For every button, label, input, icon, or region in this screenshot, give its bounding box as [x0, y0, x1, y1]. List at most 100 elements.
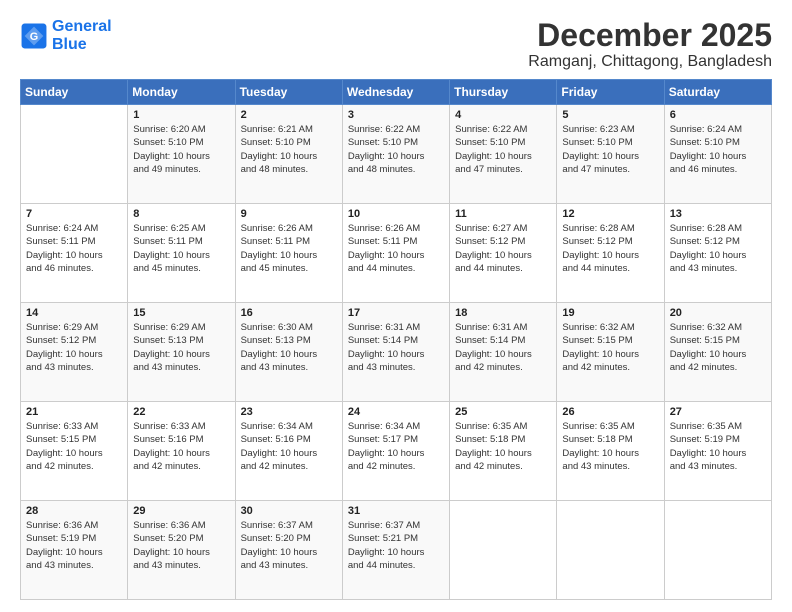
calendar-cell: 23Sunrise: 6:34 AM Sunset: 5:16 PM Dayli…	[235, 402, 342, 501]
week-row-3: 21Sunrise: 6:33 AM Sunset: 5:15 PM Dayli…	[21, 402, 772, 501]
day-info: Sunrise: 6:34 AM Sunset: 5:16 PM Dayligh…	[241, 420, 337, 473]
day-info: Sunrise: 6:20 AM Sunset: 5:10 PM Dayligh…	[133, 123, 229, 176]
header-day-friday: Friday	[557, 80, 664, 105]
day-number: 8	[133, 208, 229, 220]
day-number: 7	[26, 208, 122, 220]
calendar-table: SundayMondayTuesdayWednesdayThursdayFrid…	[20, 79, 772, 600]
calendar-cell: 10 Sunrise: 6:26 AM Sunset: 5:11 PM Dayli…	[342, 204, 449, 303]
calendar-cell: 20 Sunrise: 6:32 AM Sunset: 5:15 PM Dayli…	[664, 303, 771, 402]
day-number: 24	[348, 406, 444, 418]
day-number: 17	[348, 307, 444, 319]
header-day-thursday: Thursday	[450, 80, 557, 105]
day-info: Sunrise: 6:35 AM Sunset: 5:18 PM Dayligh…	[455, 420, 551, 473]
day-info: Sunrise: 6:28 AM Sunset: 5:12 PM Dayligh…	[670, 222, 766, 275]
day-number: 14	[26, 307, 122, 319]
calendar-cell	[450, 501, 557, 600]
week-row-2: 14 Sunrise: 6:29 AM Sunset: 5:12 PM Dayli…	[21, 303, 772, 402]
day-number: 16	[241, 307, 337, 319]
day-info: Sunrise: 6:34 AM Sunset: 5:17 PM Dayligh…	[348, 420, 444, 473]
logo-line2: Blue	[52, 36, 112, 54]
logo-icon: G	[20, 22, 48, 50]
day-info: Sunrise: 6:35 AM Sunset: 5:18 PM Dayligh…	[562, 420, 658, 473]
day-number: 11	[455, 208, 551, 220]
day-number: 15	[133, 307, 229, 319]
month-title: December 2025	[528, 18, 772, 53]
day-number: 26	[562, 406, 658, 418]
week-row-4: 28 Sunrise: 6:36 AM Sunset: 5:19 PM Dayli…	[21, 501, 772, 600]
day-info: Sunrise: 6:24 AM Sunset: 5:10 PM Dayligh…	[670, 123, 766, 176]
logo-line1: General	[52, 18, 112, 35]
calendar-cell: 9 Sunrise: 6:26 AM Sunset: 5:11 PM Daylig…	[235, 204, 342, 303]
day-info: Sunrise: 6:36 AM Sunset: 5:19 PM Dayligh…	[26, 519, 122, 572]
calendar-cell	[21, 105, 128, 204]
header-day-saturday: Saturday	[664, 80, 771, 105]
day-number: 20	[670, 307, 766, 319]
day-number: 5	[562, 109, 658, 121]
day-info: Sunrise: 6:37 AM Sunset: 5:21 PM Dayligh…	[348, 519, 444, 572]
day-info: Sunrise: 6:24 AM Sunset: 5:11 PM Dayligh…	[26, 222, 122, 275]
day-number: 2	[241, 109, 337, 121]
calendar-cell: 2 Sunrise: 6:21 AM Sunset: 5:10 PM Daylig…	[235, 105, 342, 204]
day-info: Sunrise: 6:29 AM Sunset: 5:12 PM Dayligh…	[26, 321, 122, 374]
calendar-cell: 31 Sunrise: 6:37 AM Sunset: 5:21 PM Dayli…	[342, 501, 449, 600]
day-number: 28	[26, 505, 122, 517]
calendar-cell: 14 Sunrise: 6:29 AM Sunset: 5:12 PM Dayli…	[21, 303, 128, 402]
day-number: 6	[670, 109, 766, 121]
logo-text: General Blue	[52, 18, 112, 53]
day-info: Sunrise: 6:32 AM Sunset: 5:15 PM Dayligh…	[670, 321, 766, 374]
day-number: 3	[348, 109, 444, 121]
day-info: Sunrise: 6:26 AM Sunset: 5:11 PM Dayligh…	[348, 222, 444, 275]
calendar-header-row: SundayMondayTuesdayWednesdayThursdayFrid…	[21, 80, 772, 105]
calendar-cell: 19Sunrise: 6:32 AM Sunset: 5:15 PM Dayli…	[557, 303, 664, 402]
day-info: Sunrise: 6:25 AM Sunset: 5:11 PM Dayligh…	[133, 222, 229, 275]
day-info: Sunrise: 6:28 AM Sunset: 5:12 PM Dayligh…	[562, 222, 658, 275]
header-day-wednesday: Wednesday	[342, 80, 449, 105]
day-number: 9	[241, 208, 337, 220]
calendar-cell: 30Sunrise: 6:37 AM Sunset: 5:20 PM Dayli…	[235, 501, 342, 600]
day-number: 30	[241, 505, 337, 517]
calendar-cell: 22 Sunrise: 6:33 AM Sunset: 5:16 PM Dayli…	[128, 402, 235, 501]
calendar-cell: 15 Sunrise: 6:29 AM Sunset: 5:13 PM Dayli…	[128, 303, 235, 402]
day-info: Sunrise: 6:21 AM Sunset: 5:10 PM Dayligh…	[241, 123, 337, 176]
calendar-cell: 1 Sunrise: 6:20 AM Sunset: 5:10 PM Daylig…	[128, 105, 235, 204]
day-number: 19	[562, 307, 658, 319]
page: G General Blue December 2025 Ramganj, Ch…	[0, 0, 792, 612]
day-info: Sunrise: 6:31 AM Sunset: 5:14 PM Dayligh…	[455, 321, 551, 374]
week-row-0: 1 Sunrise: 6:20 AM Sunset: 5:10 PM Daylig…	[21, 105, 772, 204]
title-block: December 2025 Ramganj, Chittagong, Bangl…	[528, 18, 772, 71]
day-number: 25	[455, 406, 551, 418]
day-info: Sunrise: 6:26 AM Sunset: 5:11 PM Dayligh…	[241, 222, 337, 275]
day-info: Sunrise: 6:27 AM Sunset: 5:12 PM Dayligh…	[455, 222, 551, 275]
day-info: Sunrise: 6:33 AM Sunset: 5:16 PM Dayligh…	[133, 420, 229, 473]
header: G General Blue December 2025 Ramganj, Ch…	[20, 18, 772, 71]
day-number: 22	[133, 406, 229, 418]
day-info: Sunrise: 6:36 AM Sunset: 5:20 PM Dayligh…	[133, 519, 229, 572]
day-info: Sunrise: 6:23 AM Sunset: 5:10 PM Dayligh…	[562, 123, 658, 176]
calendar-cell: 12Sunrise: 6:28 AM Sunset: 5:12 PM Dayli…	[557, 204, 664, 303]
day-info: Sunrise: 6:22 AM Sunset: 5:10 PM Dayligh…	[348, 123, 444, 176]
day-number: 10	[348, 208, 444, 220]
day-info: Sunrise: 6:33 AM Sunset: 5:15 PM Dayligh…	[26, 420, 122, 473]
week-row-1: 7 Sunrise: 6:24 AM Sunset: 5:11 PM Daylig…	[21, 204, 772, 303]
calendar-cell: 27Sunrise: 6:35 AM Sunset: 5:19 PM Dayli…	[664, 402, 771, 501]
calendar-cell: 18 Sunrise: 6:31 AM Sunset: 5:14 PM Dayli…	[450, 303, 557, 402]
calendar-cell: 6 Sunrise: 6:24 AM Sunset: 5:10 PM Daylig…	[664, 105, 771, 204]
calendar-cell	[557, 501, 664, 600]
day-number: 31	[348, 505, 444, 517]
header-day-tuesday: Tuesday	[235, 80, 342, 105]
calendar-cell: 17Sunrise: 6:31 AM Sunset: 5:14 PM Dayli…	[342, 303, 449, 402]
day-info: Sunrise: 6:29 AM Sunset: 5:13 PM Dayligh…	[133, 321, 229, 374]
calendar-cell: 5 Sunrise: 6:23 AM Sunset: 5:10 PM Daylig…	[557, 105, 664, 204]
calendar-cell	[664, 501, 771, 600]
day-number: 29	[133, 505, 229, 517]
day-info: Sunrise: 6:30 AM Sunset: 5:13 PM Dayligh…	[241, 321, 337, 374]
header-day-monday: Monday	[128, 80, 235, 105]
calendar-cell: 24 Sunrise: 6:34 AM Sunset: 5:17 PM Dayli…	[342, 402, 449, 501]
calendar-cell: 13Sunrise: 6:28 AM Sunset: 5:12 PM Dayli…	[664, 204, 771, 303]
day-info: Sunrise: 6:35 AM Sunset: 5:19 PM Dayligh…	[670, 420, 766, 473]
svg-text:G: G	[30, 30, 38, 42]
day-number: 1	[133, 109, 229, 121]
calendar-cell: 3 Sunrise: 6:22 AM Sunset: 5:10 PM Daylig…	[342, 105, 449, 204]
day-number: 18	[455, 307, 551, 319]
location-title: Ramganj, Chittagong, Bangladesh	[528, 53, 772, 71]
